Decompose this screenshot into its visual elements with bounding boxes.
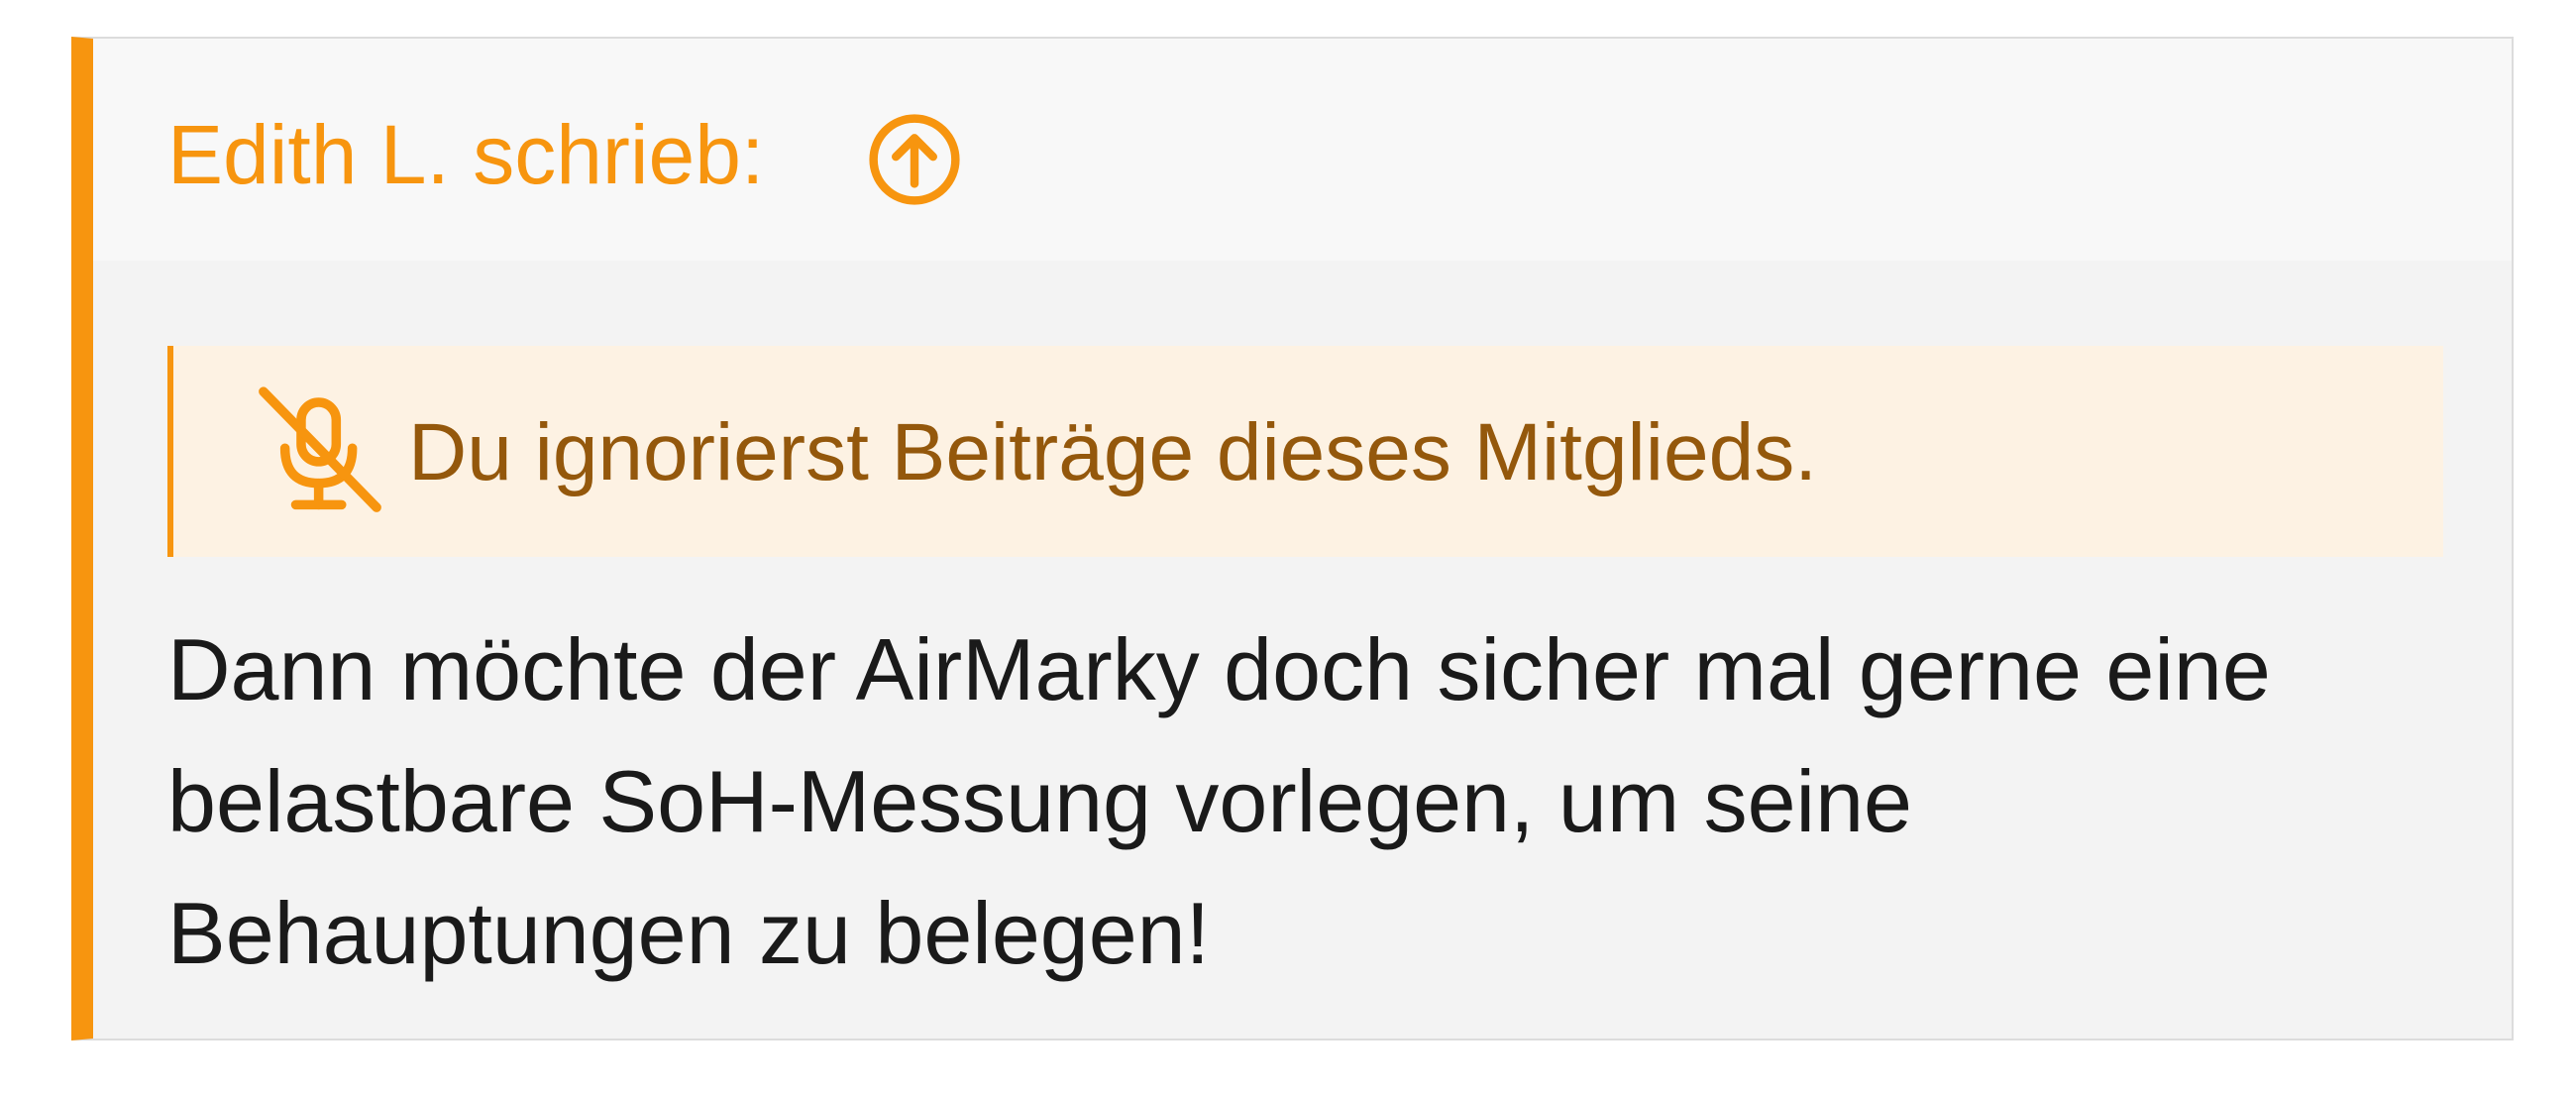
ignored-notice-text: Du ignorierst Beiträge dieses Mitglieds. xyxy=(408,407,1817,497)
quote-author-link[interactable]: Edith L. schrieb: xyxy=(167,105,764,204)
quote-header: Edith L. schrieb: xyxy=(93,39,2512,261)
ignored-member-notice: Du ignorierst Beiträge dieses Mitglieds. xyxy=(167,346,2443,557)
microphone-slash-icon xyxy=(259,386,381,512)
quote-body-text: Dann möchte der AirMarky doch sicher mal… xyxy=(167,620,2271,982)
arrow-circle-up-icon[interactable] xyxy=(868,113,961,206)
quote-block: Edith L. schrieb: Du ignorierst Beiträge… xyxy=(71,37,2514,1040)
